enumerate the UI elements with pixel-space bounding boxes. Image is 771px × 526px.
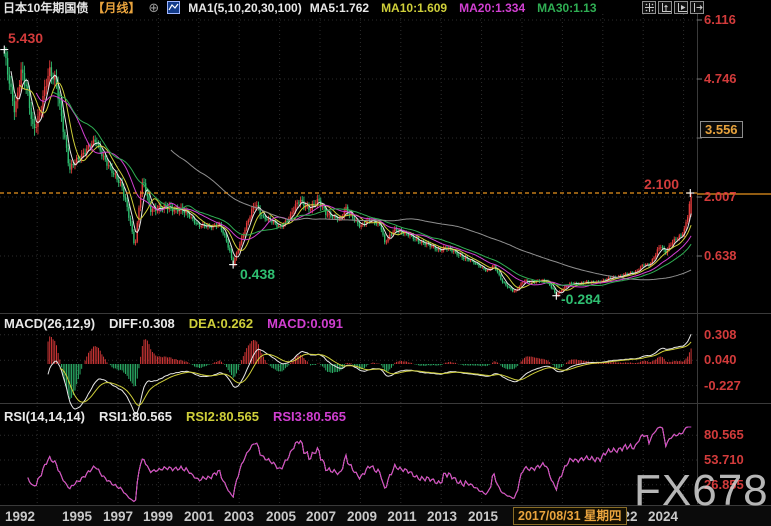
watermark-logo: FX678 <box>634 466 769 516</box>
marked-price-label: -0.284 <box>561 291 601 307</box>
legend-item: RSI(14,14,14) <box>4 409 85 424</box>
chart-type-icon[interactable] <box>167 1 180 14</box>
marked-price-label: 2.100 <box>644 176 679 192</box>
zoom-axis-icon[interactable] <box>658 1 672 14</box>
time-axis-label: 1999 <box>143 509 173 524</box>
add-indicator-icon[interactable]: ⊕ <box>148 0 159 16</box>
legend-item: MACD(26,12,9) <box>4 316 95 331</box>
ma-legend: MA5:1.762 MA10:1.609 MA20:1.334 MA30:1.13 <box>310 1 597 15</box>
time-axis-label: 2007 <box>306 509 336 524</box>
marked-price-label: 0.438 <box>240 266 275 282</box>
chart-window: 日本10年期国债 【月线】 ⊕ MA1(5,10,20,30,100) MA5:… <box>0 0 771 526</box>
instrument-title: 日本10年期国债 <box>3 0 88 16</box>
legend-item: DIFF:0.308 <box>109 316 175 331</box>
pan-right-icon[interactable] <box>690 1 704 14</box>
axis-value-label: -0.227 <box>704 378 741 393</box>
marked-price-label: 5.430 <box>8 30 43 46</box>
time-axis-label: 2015 <box>468 509 498 524</box>
chart-toolbar <box>642 1 704 14</box>
legend-item: DEA:0.262 <box>189 316 253 331</box>
time-axis-label: 2001 <box>184 509 214 524</box>
legend-item: MACD:0.091 <box>267 316 343 331</box>
axis-value-label: 0.308 <box>704 327 737 342</box>
axis-value-label: 53.710 <box>704 452 744 467</box>
legend-item: MA5:1.762 <box>310 1 369 15</box>
axis-value-label: 4.746 <box>704 71 737 86</box>
crosshair-price-box: 3.556 <box>700 121 743 138</box>
rsi-header: RSI(14,14,14) RSI1:80.565 RSI2:80.565 RSI3:… <box>4 409 346 424</box>
time-axis-label: 2005 <box>266 509 296 524</box>
legend-item: RSI2:80.565 <box>186 409 259 424</box>
legend-item: MA30:1.13 <box>537 1 596 15</box>
axis-value-label: 0.638 <box>704 248 737 263</box>
crosshair-date-box: 2017/08/31 星期四 <box>513 507 627 525</box>
time-axis-label: 1992 <box>5 509 35 524</box>
macd-header: MACD(26,12,9) DIFF:0.308 DEA:0.262 MACD:0.0… <box>4 316 343 331</box>
play-axis-icon[interactable] <box>674 1 688 14</box>
time-axis-label: 2009 <box>347 509 377 524</box>
crosshair-icon[interactable] <box>642 1 656 14</box>
time-axis-label: 2011 <box>387 509 416 524</box>
legend-item: MA10:1.609 <box>381 1 447 15</box>
legend-item: RSI3:80.565 <box>273 409 346 424</box>
legend-item: RSI1:80.565 <box>99 409 172 424</box>
chart-canvas[interactable] <box>0 0 771 526</box>
axis-value-label: 0.040 <box>704 352 737 367</box>
chart-header: 日本10年期国债 【月线】 ⊕ MA1(5,10,20,30,100) MA5:… <box>3 0 597 15</box>
time-axis-label: 1995 <box>62 509 92 524</box>
time-axis-label: 1997 <box>103 509 133 524</box>
axis-value-label: 2.007 <box>704 189 737 204</box>
time-axis-label: 2003 <box>224 509 254 524</box>
time-axis-label: 2013 <box>427 509 457 524</box>
legend-item: MA20:1.334 <box>459 1 525 15</box>
ma-param-label: MA1(5,10,20,30,100) <box>188 1 301 15</box>
axis-value-label: 80.565 <box>704 427 744 442</box>
period-label: 【月线】 <box>92 0 140 16</box>
axis-value-label: 6.116 <box>704 12 736 27</box>
